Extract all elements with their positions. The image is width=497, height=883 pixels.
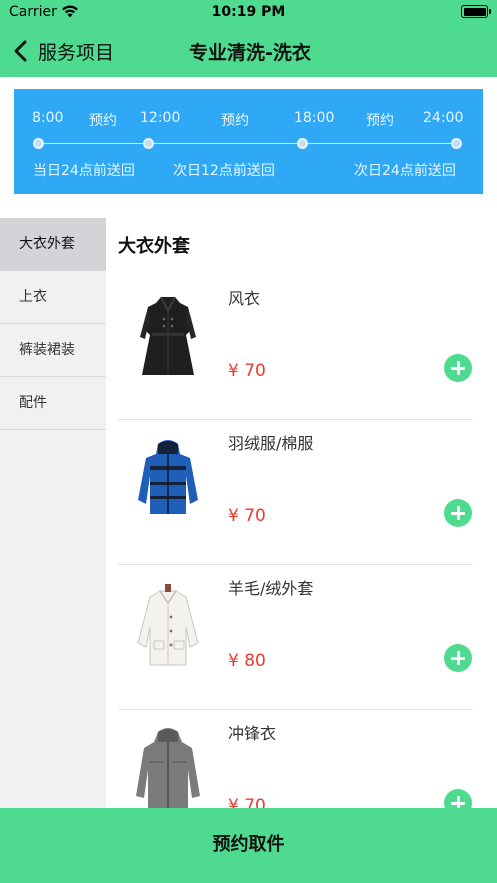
timeline-reserve-label: 预约 [366, 113, 394, 129]
down-jacket-image [138, 440, 198, 514]
item-name: 羽绒服/棉服 [228, 434, 314, 453]
timeline-time-label: 12:00 [140, 110, 181, 126]
category-coats[interactable]: 大衣外套 [0, 218, 106, 271]
list-item: 冲锋衣 ¥ 70 [118, 710, 473, 808]
top-header: Carrier 10:19 PM 服务项目 专业清洗-洗衣 [0, 0, 497, 77]
timeline-dot [33, 138, 44, 149]
back-label: 服务项目 [38, 41, 115, 64]
nav-bar: 服务项目 专业清洗-洗衣 [0, 26, 497, 77]
timeline-time-label: 8:00 [32, 110, 64, 126]
back-button[interactable]: 服务项目 [12, 34, 114, 68]
timeline-delivery-label: 次日24点前送回 [354, 163, 456, 179]
schedule-pickup-label: 预约取件 [212, 834, 285, 855]
timeline-time-label: 18:00 [294, 110, 335, 126]
delivery-timeline: 8:00 预约 12:00 预约 18:00 预约 24:00 当日24点前送回… [14, 89, 483, 194]
category-sidebar: 大衣外套 上衣 裤装裙装 配件 [0, 218, 106, 808]
timeline-delivery-label: 次日12点前送回 [173, 163, 275, 179]
timeline-dot [297, 138, 308, 149]
category-pants-skirts[interactable]: 裤装裙装 [0, 324, 106, 377]
category-tops[interactable]: 上衣 [0, 271, 106, 324]
add-item-button[interactable] [444, 354, 472, 382]
page-title: 专业清洗-洗衣 [189, 42, 311, 64]
item-name: 冲锋衣 [228, 724, 277, 743]
timeline-reserve-label: 预约 [89, 113, 117, 129]
timeline-delivery-label: 当日24点前送回 [33, 163, 135, 179]
item-price: ¥ 80 [228, 651, 266, 671]
item-price: ¥ 70 [228, 361, 266, 381]
category-accessories[interactable]: 配件 [0, 377, 106, 430]
clock: 10:19 PM [211, 4, 286, 20]
status-bar: Carrier 10:19 PM [0, 0, 497, 26]
trench-coat-image [140, 296, 196, 375]
chevron-left-icon [14, 40, 27, 62]
timeline-reserve-label: 预约 [221, 113, 249, 129]
add-item-button[interactable] [444, 499, 472, 527]
item-price: ¥ 70 [228, 796, 266, 808]
add-item-button[interactable] [444, 789, 472, 808]
add-item-button[interactable] [444, 644, 472, 672]
outdoor-jacket-image [136, 728, 200, 808]
timeline-dot [143, 138, 154, 149]
wool-coat-image [137, 584, 199, 666]
section-title: 大衣外套 [118, 236, 190, 257]
battery-icon [461, 5, 491, 18]
schedule-pickup-button[interactable]: 预约取件 [0, 808, 497, 883]
list-item: 羊毛/绒外套 ¥ 80 [118, 565, 473, 710]
timeline-time-label: 24:00 [423, 110, 464, 126]
list-item: 风衣 ¥ 70 [118, 275, 473, 420]
item-name: 风衣 [228, 289, 261, 308]
item-name: 羊毛/绒外套 [228, 579, 314, 598]
timeline-dot [451, 138, 462, 149]
list-item: 羽绒服/棉服 ¥ 70 [118, 420, 473, 565]
item-list[interactable]: 大衣外套 风衣 ¥ 70 羽绒服/棉服 ¥ 70 羊毛/绒外套 ¥ 80 冲锋衣… [106, 218, 497, 808]
item-price: ¥ 70 [228, 506, 266, 526]
timeline-line [38, 143, 458, 144]
